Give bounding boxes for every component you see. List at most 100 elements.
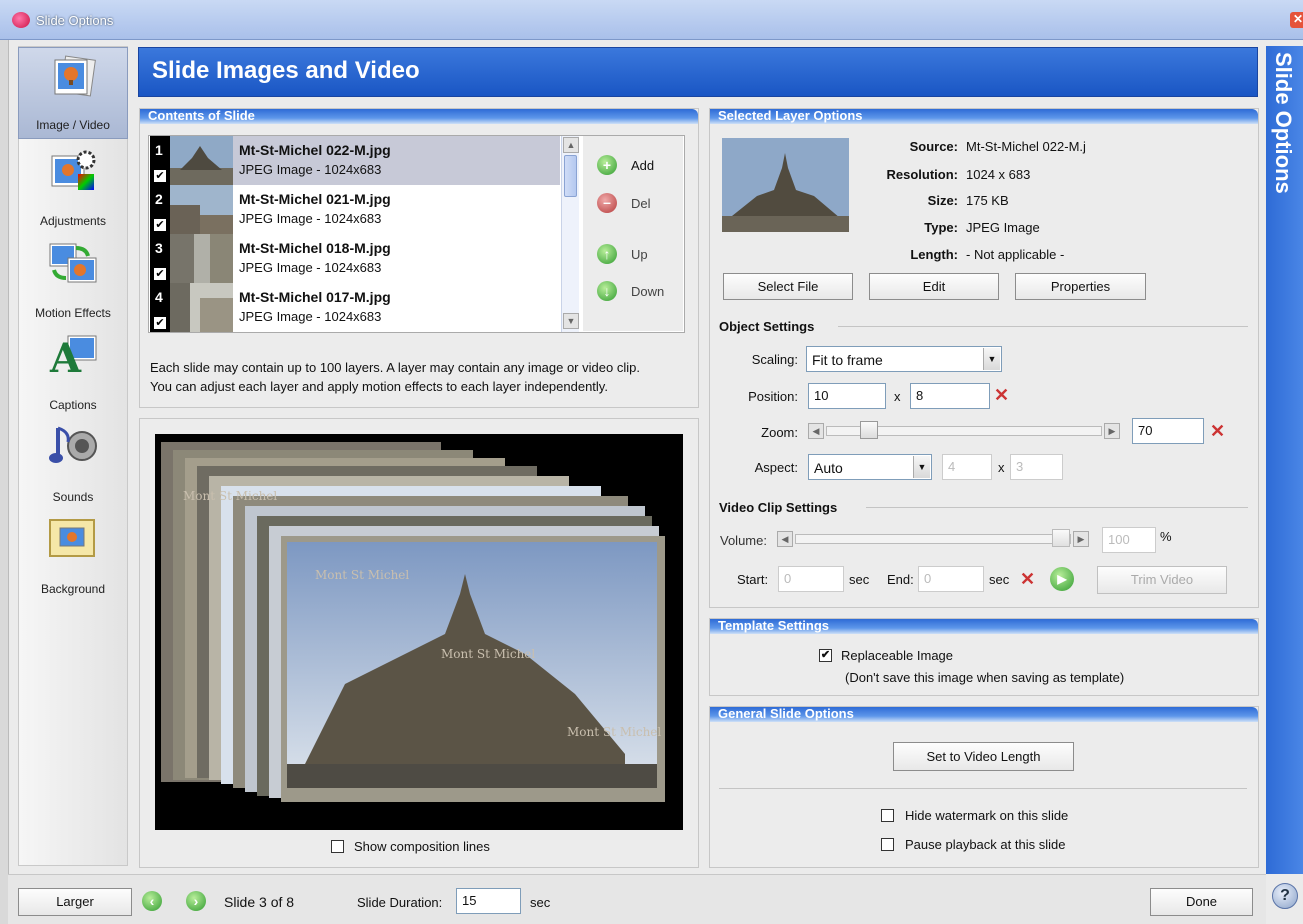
layer-desc: JPEG Image - 1024x683 (239, 260, 382, 275)
help-icon[interactable]: ? (1272, 883, 1298, 909)
nav-motion-effects[interactable]: Motion Effects (18, 234, 128, 326)
layer-row[interactable]: 2 ✔ Mt-St-Michel 021-M.jpg JPEG Image - … (150, 185, 560, 234)
zoom-input[interactable]: 70 (1132, 418, 1204, 444)
scroll-thumb[interactable] (564, 155, 577, 197)
zoom-slider-thumb[interactable] (860, 421, 878, 439)
resolution-label: Resolution: (886, 167, 959, 182)
next-slide-icon[interactable]: › (186, 891, 206, 911)
pause-playback-checkbox[interactable] (881, 838, 894, 851)
reset-trim-icon[interactable]: ✕ (1020, 570, 1035, 588)
delete-button[interactable]: – Del (597, 193, 677, 217)
nav-background[interactable]: Background (18, 510, 128, 602)
zoom-label: Zoom: (761, 425, 798, 440)
type-label: Type: (924, 220, 958, 235)
down-button[interactable]: ↓ Down (597, 281, 677, 305)
aspect-dropdown[interactable]: Auto ▼ (808, 454, 932, 480)
show-composition-lines-checkbox[interactable] (331, 840, 344, 853)
up-arrow-icon: ↑ (597, 244, 617, 264)
page-title: Slide Images and Video (152, 57, 420, 84)
reset-position-icon[interactable]: ✕ (994, 386, 1009, 404)
video-settings-heading: Video Clip Settings (719, 500, 838, 515)
end-input[interactable]: 0 (918, 566, 984, 592)
side-title: Slide Options (1271, 52, 1296, 194)
volume-increase-icon[interactable]: ▶ (1073, 531, 1089, 547)
contents-title: Contents of Slide (140, 109, 698, 124)
volume-decrease-icon[interactable]: ◀ (777, 531, 793, 547)
slide-status: Slide 3 of 8 (224, 894, 295, 910)
layer-checkbox[interactable]: ✔ (153, 218, 167, 232)
previous-slide-icon[interactable]: ‹ (142, 891, 162, 911)
object-settings-heading: Object Settings (719, 319, 815, 334)
trim-video-button[interactable]: Trim Video (1097, 566, 1227, 594)
hide-watermark-label: Hide watermark on this slide (905, 808, 1069, 823)
delete-icon: – (597, 193, 617, 213)
set-video-length-button[interactable]: Set to Video Length (893, 742, 1074, 771)
edit-button[interactable]: Edit (869, 273, 999, 300)
replaceable-image-checkbox[interactable]: ✔ (819, 649, 832, 662)
hide-watermark-checkbox[interactable] (881, 809, 894, 822)
nav-label: Background (40, 582, 106, 596)
layer-checkbox[interactable]: ✔ (153, 169, 167, 183)
layer-checkbox[interactable]: ✔ (153, 267, 167, 281)
layer-name: Mt-St-Michel 017-M.jpg (239, 289, 391, 305)
start-input[interactable]: 0 (778, 566, 844, 592)
nav-sounds[interactable]: Sounds (18, 418, 128, 510)
aspect-width-input[interactable]: 4 (942, 454, 992, 480)
add-button[interactable]: + Add (597, 155, 677, 179)
larger-button[interactable]: Larger (18, 888, 132, 916)
layer-list-scrollbar[interactable]: ▲ ▼ (561, 136, 579, 332)
reset-zoom-icon[interactable]: ✕ (1210, 422, 1225, 440)
scroll-down-icon[interactable]: ▼ (563, 313, 579, 329)
scaling-dropdown[interactable]: Fit to frame ▼ (806, 346, 1002, 372)
aspect-height-input[interactable]: 3 (1010, 454, 1063, 480)
layer-thumbnail (170, 136, 233, 185)
duration-label: Slide Duration: (357, 895, 443, 910)
layer-row[interactable]: 1 ✔ Mt-St-Michel 022-M.jpg JPEG Image - … (150, 136, 560, 185)
properties-button[interactable]: Properties (1015, 273, 1146, 300)
nav-image-video[interactable]: Image / Video (18, 47, 128, 139)
close-icon[interactable]: ✕ (1290, 12, 1303, 28)
select-file-button[interactable]: Select File (723, 273, 853, 300)
play-icon[interactable]: ▶ (1050, 567, 1074, 591)
nav-captions[interactable]: A Captions (18, 326, 128, 418)
title-bar: Slide Options ✕ (0, 0, 1303, 40)
delete-label: Del (631, 196, 651, 211)
nav-adjustments[interactable]: Adjustments (18, 142, 128, 234)
divider (719, 788, 1247, 789)
pause-playback-label: Pause playback at this slide (905, 837, 1066, 852)
layer-row[interactable]: 4 ✔ Mt-St-Michel 017-M.jpg JPEG Image - … (150, 283, 560, 332)
zoom-decrease-icon[interactable]: ◀ (808, 423, 824, 439)
duration-sec: sec (530, 895, 551, 910)
volume-slider-thumb[interactable] (1052, 529, 1070, 547)
add-label: Add (631, 158, 655, 173)
replaceable-image-note: (Don't save this image when saving as te… (845, 670, 1125, 685)
replaceable-image-label: Replaceable Image (841, 648, 954, 663)
scaling-label: Scaling: (751, 352, 798, 367)
volume-input[interactable]: 100 (1102, 527, 1156, 553)
show-composition-lines-label: Show composition lines (354, 839, 490, 854)
zoom-increase-icon[interactable]: ▶ (1104, 423, 1120, 439)
done-button[interactable]: Done (1150, 888, 1253, 916)
layer-desc: JPEG Image - 1024x683 (239, 162, 382, 177)
start-label: Start: (737, 572, 769, 587)
layer-thumbnail (170, 185, 233, 234)
aspect-value: Auto (814, 460, 843, 476)
position-label: Position: (748, 389, 798, 404)
position-y-input[interactable]: 8 (910, 383, 990, 409)
layer-checkbox[interactable]: ✔ (153, 316, 167, 330)
layer-desc: JPEG Image - 1024x683 (239, 211, 382, 226)
scroll-up-icon[interactable]: ▲ (563, 137, 579, 153)
nav-label: Motion Effects (35, 306, 111, 320)
layer-desc: JPEG Image - 1024x683 (239, 309, 382, 324)
composition-preview[interactable]: Mont St Michel Mont St Michel Mont St Mi… (155, 434, 683, 830)
nav-label: Sounds (52, 490, 94, 504)
duration-input[interactable]: 15 (456, 888, 521, 914)
size-value: 175 KB (966, 193, 1009, 208)
layer-name: Mt-St-Michel 021-M.jpg (239, 191, 391, 207)
layer-row[interactable]: 3 ✔ Mt-St-Michel 018-M.jpg JPEG Image - … (150, 234, 560, 283)
volume-slider[interactable] (795, 534, 1071, 544)
position-x-input[interactable]: 10 (808, 383, 886, 409)
layer-name: Mt-St-Michel 018-M.jpg (239, 240, 391, 256)
app-icon (12, 12, 30, 28)
up-button[interactable]: ↑ Up (597, 244, 677, 268)
